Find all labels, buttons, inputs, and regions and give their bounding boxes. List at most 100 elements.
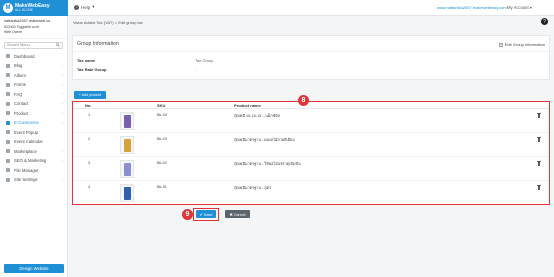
- help-icon: ?: [74, 4, 79, 10]
- user-role: Web Owner: [4, 29, 23, 34]
- my-account-label: My Account: [507, 5, 529, 10]
- website-url-link[interactable]: www.nattanika2557.makewebeasy.com: [437, 5, 507, 10]
- chevron-right-icon: ›: [61, 92, 63, 97]
- breadcrumb-parent-link[interactable]: Value Added Tax (VAT): [73, 20, 114, 25]
- sidebar-item-label: Event Popup: [14, 129, 38, 135]
- product-name: ปุ๋ยเคมีมาตรฐาน - ใช้ผลไม้แร่ธาตุเข้มข้น: [234, 162, 301, 166]
- sidebar-item-label: Forms: [14, 82, 26, 88]
- sidebar-item-label: Site Settings: [14, 177, 38, 183]
- chevron-right-icon: ›: [61, 63, 63, 68]
- annotation-marker-9: 9: [182, 209, 193, 220]
- edit-group-information-label: Edit Group Information: [504, 42, 545, 47]
- product-sku: Bk-04: [157, 113, 167, 117]
- sidebar-item-faq[interactable]: FAQ ›: [0, 90, 67, 100]
- top-bar: M MakeWebEasy ALL-IN-ONE ? Help ▾ www.na…: [0, 0, 554, 16]
- product-pack-image: [123, 114, 131, 128]
- search-placeholder: Search Menu...: [7, 43, 33, 48]
- sidebar-item-file-manager[interactable]: File Manager: [0, 166, 67, 176]
- sidebar-item-product[interactable]: Product ›: [0, 109, 67, 119]
- chevron-right-icon: ›: [61, 111, 63, 116]
- chevron-right-icon: ›: [61, 82, 63, 87]
- delete-icon[interactable]: [537, 185, 541, 190]
- dashboard-icon: [6, 54, 10, 59]
- help-icon[interactable]: ?: [541, 18, 548, 25]
- tax-name-label: Tax name: [77, 58, 96, 63]
- sidebar-item-blog[interactable]: Blog ›: [0, 61, 67, 71]
- tax-name-value: Tax Group: [195, 58, 214, 63]
- event-popup-icon: [6, 130, 10, 135]
- sidebar-item-label: Marketplace: [14, 148, 37, 154]
- marketplace-icon: [6, 149, 10, 154]
- tax-rate-value: -: [195, 67, 197, 72]
- help-label: Help: [81, 4, 91, 10]
- table-row: 2 Bk-03 ปุ๋ยเคมีมาตรฐาน - ผงผลไม้สวยดีเย…: [73, 133, 549, 157]
- sidebar-item-event-calendar[interactable]: Event Calendar: [0, 137, 67, 147]
- brand-logo[interactable]: M MakeWebEasy ALL-IN-ONE: [0, 0, 68, 16]
- sidebar-item-forms[interactable]: Forms ›: [0, 80, 67, 90]
- my-account-menu[interactable]: My Account ▾: [507, 5, 532, 10]
- sidebar-item-label: FAQ: [14, 91, 23, 97]
- column-header-sku: SKU: [157, 102, 166, 108]
- sidebar-item-site-settings[interactable]: Site Settings ›: [0, 175, 67, 185]
- sidebar-nav: Dashboard Blog › Album › Forms › FAQ › Conta…: [0, 52, 67, 185]
- chevron-right-icon: ›: [61, 101, 63, 106]
- logo-icon: M: [3, 3, 13, 13]
- sidebar-item-label: Product: [14, 110, 29, 116]
- delete-icon[interactable]: [537, 137, 541, 142]
- tax-name-row: Tax name Tax Group: [77, 58, 213, 63]
- sidebar-item-marketplace[interactable]: Marketplace ›: [0, 147, 67, 157]
- column-header-product-name: Product name: [234, 102, 261, 108]
- breadcrumb: Value Added Tax (VAT) > Edit group tax: [73, 20, 143, 25]
- product-sku: Bk-02: [157, 161, 167, 165]
- cancel-button[interactable]: ✖ Cancel: [225, 210, 250, 218]
- row-number: 1: [88, 113, 91, 117]
- sidebar-item-album[interactable]: Album ›: [0, 71, 67, 81]
- sidebar-item-label: File Manager: [14, 167, 39, 173]
- tax-rate-row: Tax Rate Group -: [77, 67, 196, 72]
- annotation-marker-8: 8: [298, 95, 309, 106]
- breadcrumb-current: Edit group tax: [118, 20, 143, 25]
- sidebar-item-ecommerce[interactable]: E-Commerce ›: [0, 118, 67, 128]
- edit-group-information-link[interactable]: Edit Group Information: [498, 42, 545, 47]
- contact-icon: [6, 101, 10, 106]
- table-row: 4 Bk-01 ปุ๋ยเคมีมาตรฐาน - สูตร: [73, 181, 549, 205]
- ecommerce-icon: [6, 120, 10, 125]
- product-sku: Bk-03: [157, 137, 167, 141]
- product-thumbnail: [120, 184, 134, 202]
- sidebar-item-label: Event Calendar: [14, 139, 43, 145]
- edit-icon: [498, 42, 503, 47]
- sidebar-item-event-popup[interactable]: Event Popup: [0, 128, 67, 138]
- user-info: nattanika2557.makeweb.co 823400 Toggable…: [0, 16, 67, 39]
- product-name: ปุ๋ยเคมีมาตรฐาน - สูตร: [234, 186, 272, 190]
- help-menu[interactable]: ? Help ▾: [74, 4, 95, 10]
- settings-icon: [6, 177, 10, 182]
- product-thumbnail: [120, 160, 134, 178]
- sidebar-item-dashboard[interactable]: Dashboard: [0, 52, 67, 62]
- sidebar-item-contact[interactable]: Contact ›: [0, 99, 67, 109]
- search-icon: [56, 43, 60, 47]
- save-button[interactable]: ✔ Save: [196, 210, 216, 218]
- chevron-down-icon: ▾: [92, 4, 95, 9]
- delete-icon[interactable]: [537, 113, 541, 118]
- seo-icon: [6, 158, 10, 163]
- tax-rate-label: Tax Rate Group: [77, 67, 107, 72]
- sidebar-item-label: SEO & Marketing: [14, 158, 47, 164]
- chevron-right-icon: ›: [61, 149, 63, 154]
- add-product-button[interactable]: + Add product: [74, 91, 106, 99]
- file-icon: [6, 168, 10, 173]
- product-pack-image: [123, 186, 131, 200]
- brand-text: MakeWebEasy ALL-IN-ONE: [15, 3, 50, 12]
- delete-icon[interactable]: [537, 161, 541, 166]
- sidebar-search-input[interactable]: Search Menu...: [4, 41, 63, 49]
- design-website-button[interactable]: Design Website: [4, 264, 64, 273]
- brand-tagline: ALL-IN-ONE: [15, 7, 33, 12]
- product-pack-image: [123, 138, 131, 152]
- product-sku: Bk-01: [157, 185, 167, 189]
- product-name: ปุ๋ยเคมีมาตรฐาน - ผงผลไม้สวยดีเยี่ยม: [234, 138, 295, 142]
- row-number: 3: [88, 161, 91, 165]
- album-icon: [6, 73, 10, 78]
- blog-icon: [6, 63, 10, 68]
- sidebar-item-seo-marketing[interactable]: SEO & Marketing ›: [0, 156, 67, 166]
- table-header: No. SKU Product name: [73, 102, 549, 109]
- chevron-right-icon: ›: [61, 158, 63, 163]
